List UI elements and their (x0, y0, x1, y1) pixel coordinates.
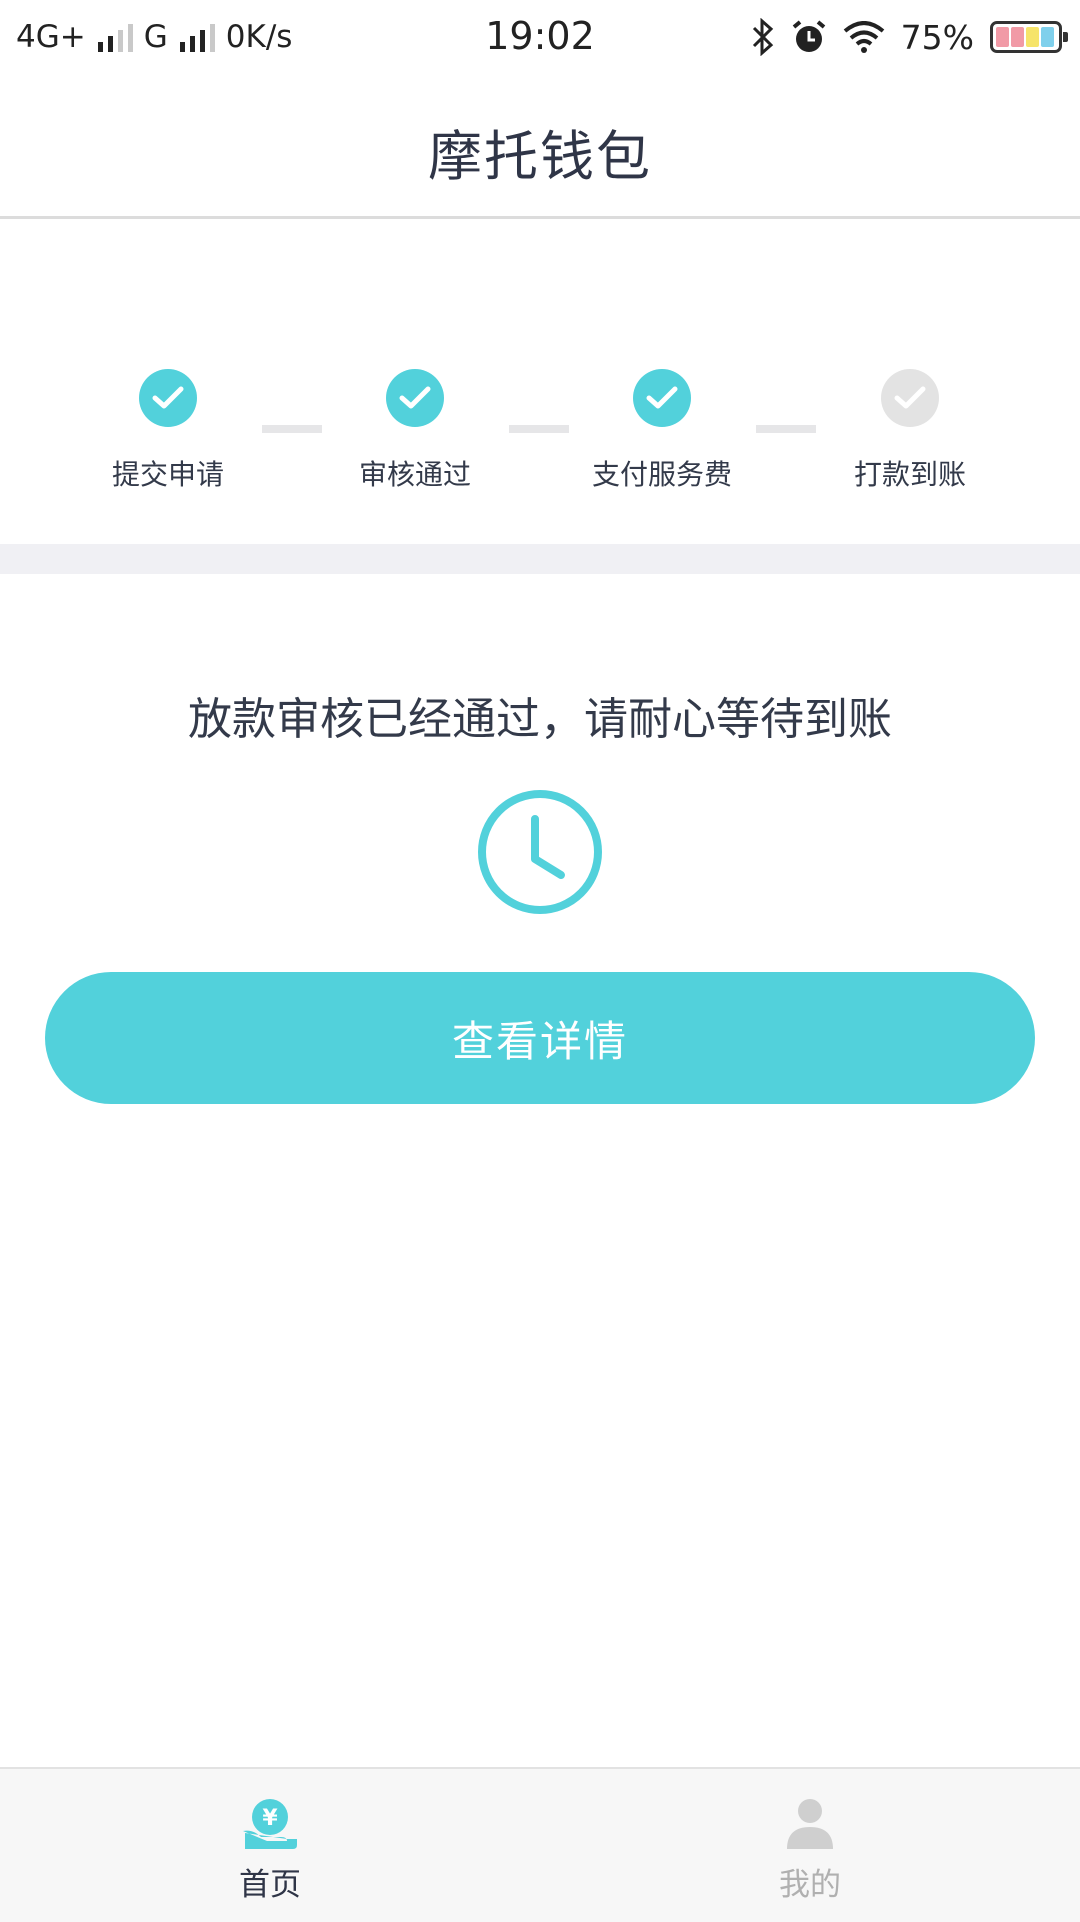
bluetooth-icon (752, 18, 773, 56)
check-icon (881, 369, 939, 427)
wallet-hand-icon: ¥ (243, 1799, 297, 1849)
step-submit-application: 提交申请 (48, 369, 288, 493)
bottom-tab-bar: ¥ 首页 我的 (0, 1767, 1080, 1922)
status-right: 75% (735, 14, 1068, 60)
step-label: 提交申请 (111, 458, 224, 491)
tab-home[interactable]: ¥ 首页 (170, 1795, 370, 1904)
tab-label: 我的 (779, 1867, 841, 1903)
tab-mine[interactable]: 我的 (710, 1795, 910, 1904)
section-divider (0, 544, 1080, 574)
progress-steps: 提交申请 审核通过 支付服务费 打款到账 (0, 219, 1080, 544)
alarm-icon (792, 20, 825, 52)
clock-icon (478, 790, 602, 914)
check-icon (386, 369, 444, 427)
step-label: 审核通过 (358, 458, 471, 491)
wifi-icon (843, 21, 884, 53)
check-icon (633, 369, 691, 427)
battery-percent: 75% (900, 17, 974, 57)
svg-text:¥: ¥ (262, 1806, 278, 1831)
page-title: 摩托钱包 (428, 125, 652, 188)
step-payout: 打款到账 (790, 369, 1030, 493)
user-icon (787, 1799, 833, 1849)
step-review-passed: 审核通过 (295, 369, 535, 493)
step-pay-service-fee: 支付服务费 (542, 369, 782, 493)
status-message: 放款审核已经通过，请耐心等待到账 (188, 694, 892, 745)
step-label: 支付服务费 (591, 458, 732, 491)
check-icon (139, 369, 197, 427)
tab-label: 首页 (239, 1867, 301, 1903)
navigation-bar: 摩托钱包 (0, 74, 1080, 219)
battery-icon (990, 21, 1068, 53)
status-bar: 4G+ G 0K/s 19:02 75% (0, 0, 1080, 74)
view-details-button[interactable]: 查看详情 (45, 972, 1035, 1104)
step-label: 打款到账 (853, 458, 966, 491)
